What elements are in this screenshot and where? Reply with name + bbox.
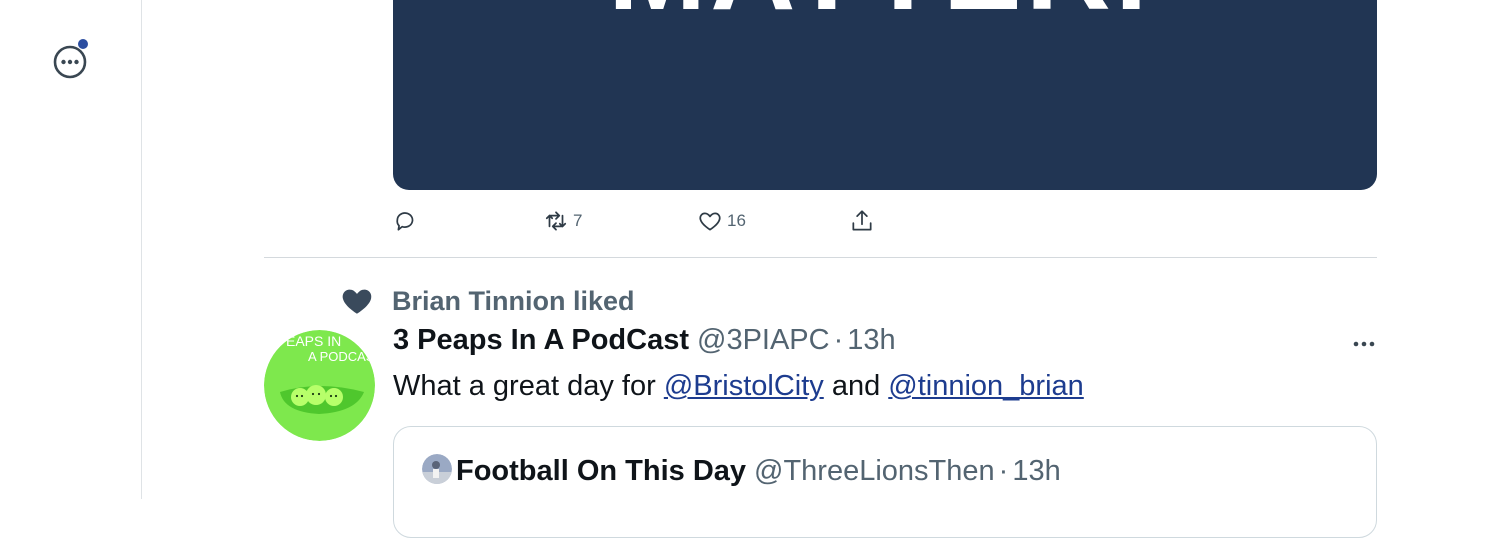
heart-outline-icon: [699, 212, 721, 231]
like-button[interactable]: 16: [697, 208, 746, 234]
quote-timestamp[interactable]: 13h: [1012, 455, 1060, 488]
author-handle[interactable]: @3PIAPC: [697, 324, 830, 357]
quote-author-handle[interactable]: @ThreeLionsThen: [754, 455, 995, 488]
tweet-text: What a great day for @BristolCity and @t…: [393, 370, 1084, 403]
podcast-logo-avatar: EAPS IN A PODCAS: [264, 330, 375, 441]
heart-filled-icon: [342, 289, 372, 314]
tweet-divider: [264, 257, 1377, 258]
media-overlay-text: MATTER.: [608, 0, 1152, 28]
retweet-button[interactable]: 7: [543, 208, 582, 234]
author-avatar[interactable]: EAPS IN A PODCAS: [264, 330, 375, 441]
mention-link-tinnion-brian[interactable]: @tinnion_brian: [888, 370, 1084, 402]
social-context-label[interactable]: Brian Tinnion liked: [392, 286, 635, 317]
avatar-text-line2: A PODCAS: [308, 349, 375, 364]
retweet-count: 7: [573, 211, 583, 230]
left-navigation-rail: [0, 0, 142, 499]
tweet-text-conjunction: and: [823, 370, 889, 402]
quote-header-separator: ·: [998, 455, 1009, 487]
social-context: Brian Tinnion liked: [340, 284, 635, 318]
quote-avatar-image: [422, 454, 452, 484]
reply-button[interactable]: [393, 208, 423, 234]
tweet-text-prefix: What a great day for: [393, 370, 664, 402]
quote-author-name[interactable]: Football On This Day: [456, 455, 746, 488]
tweet-media-image[interactable]: MATTER.: [393, 0, 1377, 190]
reply-icon: [396, 212, 414, 231]
tweet-timestamp[interactable]: 13h: [847, 324, 895, 357]
tweet-header: 3 Peaps In A PodCast @3PIAPC · 13h: [393, 324, 896, 357]
avatar-text-line1: EAPS IN: [286, 333, 341, 349]
more-menu-button[interactable]: [53, 38, 89, 80]
retweet-icon: [545, 211, 567, 231]
header-separator: ·: [833, 324, 844, 356]
more-horizontal-icon: [1353, 341, 1375, 347]
notification-dot: [77, 38, 89, 50]
author-name[interactable]: 3 Peaps In A PodCast: [393, 324, 689, 357]
quoted-tweet[interactable]: Football On This Day @ThreeLionsThen · 1…: [393, 426, 1377, 538]
tweet-action-bar: 7 16: [393, 208, 953, 238]
quote-author-avatar[interactable]: [422, 454, 452, 484]
share-icon: [852, 210, 872, 231]
tweet-more-options-button[interactable]: [1348, 332, 1380, 356]
like-count: 16: [727, 211, 746, 230]
mention-link-bristolcity[interactable]: @BristolCity: [664, 370, 824, 402]
share-button[interactable]: [849, 208, 875, 234]
quote-header: Football On This Day @ThreeLionsThen · 1…: [456, 455, 1061, 488]
